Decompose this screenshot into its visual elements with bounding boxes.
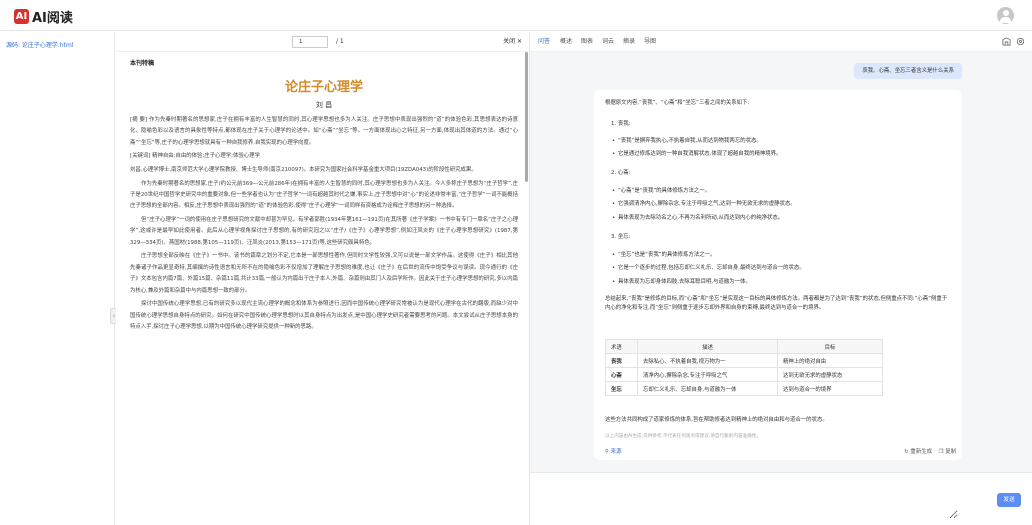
- body-paragraph: 但“庄子心理学”一词的使用在庄子思想研究的文献中却甚为罕见。有学者郭胜(1934…: [130, 217, 518, 246]
- answer-point: 它是一个逐步的过程,包括忘却仁义礼乐、忘却自身,最终达到与道合一的状态。: [612, 264, 948, 273]
- table-cell: 坐忘: [605, 381, 638, 396]
- table-cell: 达到无欲无求的虚静状态: [777, 367, 883, 382]
- table-cell: 达到与道合一的境界: [777, 381, 883, 396]
- tab-chart[interactable]: 图表: [581, 37, 593, 47]
- close-document-button[interactable]: 关闭 ✕: [503, 36, 522, 48]
- top-bar: AI AI阅读: [0, 0, 1032, 31]
- chat-input[interactable]: [538, 479, 958, 519]
- chat-tab-bar: 问答 概述 图表 词云 摘录 导图: [530, 32, 1032, 52]
- answer-point: “坐忘”也是“丧我”的具体修炼方法之一。: [612, 251, 948, 260]
- answer-point: “丧我”是摒弃我执心,不执着自我,从而达到物我两忘的状态。: [612, 137, 948, 146]
- table-cell: 清净内心,摒除杂念,专注于呼吸之气: [637, 367, 778, 382]
- document-title: 论庄子心理学: [284, 80, 363, 95]
- document-scrollbar[interactable]: [525, 52, 528, 182]
- location-pin-icon: ⚲: [605, 449, 609, 455]
- answer-point: 具体表现为去除功名之心,不再为名利所动,从而达到内心的纯净状态。: [612, 214, 948, 223]
- table-cell: 忘却仁义礼乐、忘却自身,与道融为一体: [637, 381, 778, 396]
- page-total: / 1: [336, 38, 344, 45]
- ai-logo-icon: AI: [14, 9, 29, 24]
- tab-excerpt[interactable]: 摘录: [623, 37, 635, 47]
- bookshelf-icon[interactable]: [1002, 37, 1011, 46]
- file-entry[interactable]: 源码: 论庄子心理学.html: [6, 40, 74, 49]
- answer-point: 具体表现为忘却身体四肢,去除耳聪目明,与道融为一体。: [612, 278, 948, 287]
- app-name: AI阅读: [32, 11, 73, 26]
- copy-icon: ❐: [938, 449, 944, 455]
- body-paragraph: 作为先秦时期著名的思想家,庄子(约公元前369—公元前286年)在拥有丰富的人生…: [130, 180, 518, 210]
- ai-answer-card: 根据原文内容,“丧我”、“心斋”和“坐忘”三者之间的关系如下: 1. 丧我: “…: [594, 90, 962, 460]
- refresh-icon: ↻: [904, 449, 909, 455]
- table-cell: 心斋: [605, 367, 638, 382]
- table-cell: 丧我: [605, 353, 638, 368]
- body-paragraph: 探讨中国传统心理学思想,已有的研究多以现代主流心理学的概念和体系为参照进行,因而…: [130, 301, 518, 331]
- source-link[interactable]: ⚲ 来源: [605, 447, 621, 455]
- answer-summary: 总结起来,“丧我”是修炼的目标,而“心斋”和“坐忘”是实现这一目标的具体修炼方法…: [605, 296, 948, 311]
- file-sidebar: 源码: 论庄子心理学.html ‹: [0, 32, 118, 525]
- abstract-paragraph: [摘 要] 作为先秦时期著名的思想家,庄子在拥有丰富的人生智慧的同时,其心理学思…: [130, 117, 518, 146]
- table-cell: 去除私心、不执着自我,视万物为一: [637, 353, 778, 368]
- journal-tag: 本刊特稿: [130, 60, 155, 67]
- settings-icon[interactable]: [1016, 37, 1025, 46]
- user-question-bubble: 哀我、心斋、坐忘三者含义是什么关系: [854, 63, 962, 79]
- keywords-paragraph: [关键词] 精神自由;自由的体验;庄子心理学;体验心理学: [130, 153, 260, 160]
- regenerate-button[interactable]: ↻ 重新生成: [904, 447, 932, 455]
- tab-mindmap[interactable]: 导图: [644, 37, 656, 47]
- answer-heading: 3. 坐忘:: [611, 234, 631, 240]
- table-header-row: 术语 描述 目标: [605, 339, 883, 354]
- document-viewer: / 1 关闭 ✕ 本刊特稿 论庄子心理学 刘 昌 [摘 要] 作为先秦时期著名的…: [116, 32, 528, 525]
- tab-qa[interactable]: 问答: [538, 37, 550, 47]
- table-row: 心斋 清净内心,摒除杂念,专注于呼吸之气 达到无欲无求的虚静状态: [605, 367, 883, 382]
- column-header: 目标: [777, 339, 883, 354]
- answer-heading: 1. 丧我:: [611, 121, 631, 127]
- column-header: 术语: [605, 339, 638, 354]
- chat-input-area: 发送: [530, 472, 1032, 525]
- copy-button[interactable]: ❐ 复制: [939, 447, 956, 455]
- answer-heading: 2. 心斋:: [611, 170, 631, 176]
- app-logo[interactable]: AI AI阅读: [14, 7, 73, 26]
- table-row: 坐忘 忘却仁义礼乐、忘却自身,与道融为一体 达到与道合一的境界: [605, 381, 883, 396]
- body-paragraph: 庄子思想全部反映在《庄子》一书中。该书的篇章之划分不定,它本是一部思想性著作,但…: [130, 253, 518, 294]
- answer-conclusion: 这些方法共同构成了道家修炼的体系,旨在帮助修者达到精神上的绝对自由和与道合一的状…: [605, 417, 828, 423]
- tab-summary[interactable]: 概述: [560, 37, 572, 47]
- user-avatar-icon[interactable]: [997, 7, 1014, 24]
- answer-intro: 根据原文内容,“丧我”、“心斋”和“坐忘”三者之间的关系如下:: [605, 100, 750, 106]
- source-label: 来源: [610, 449, 622, 455]
- answer-point: “心斋”是“丧我”的具体修炼方法之一。: [612, 187, 948, 196]
- ai-disclaimer: 以上内容由AI生成,仅供参考,不代表任何观点或建议,请自行甄别内容准确性。: [605, 434, 761, 439]
- document-toolbar: / 1 关闭 ✕: [116, 32, 528, 52]
- page-number-input[interactable]: [292, 36, 328, 48]
- column-header: 描述: [637, 339, 778, 354]
- document-body: 本刊特稿 论庄子心理学 刘 昌 [摘 要] 作为先秦时期著名的思想家,庄子在拥有…: [130, 58, 518, 336]
- answer-point: 它强调清净内心,摒除杂念,专注于呼吸之气,达到一种无欲无求的虚静状态。: [612, 200, 948, 209]
- answer-point: 它是通过修炼达到的一种自我消解状态,体现了超越自我的精神境界。: [612, 150, 948, 159]
- regenerate-label: 重新生成: [910, 449, 932, 455]
- send-button[interactable]: 发送: [997, 493, 1021, 507]
- copy-label: 复制: [945, 449, 956, 455]
- ai-chat-panel: 问答 概述 图表 词云 摘录 导图 哀我、心斋、坐忘三者含义是什么关系 根据原文…: [529, 32, 1032, 525]
- comparison-table: 术语 描述 目标 丧我 去除私心、不执着自我,视万物为一 精神上的绝对自由 心斋…: [605, 339, 883, 396]
- document-author: 刘 昌: [315, 101, 333, 109]
- table-cell: 精神上的绝对自由: [777, 353, 883, 368]
- tab-wordcloud[interactable]: 词云: [602, 37, 614, 47]
- table-row: 丧我 去除私心、不执着自我,视万物为一 精神上的绝对自由: [605, 353, 883, 368]
- author-note-paragraph: 刘昌,心理学博士,南京师范大学心理学院教授、博士生导师(南京210097)。本研…: [130, 167, 477, 173]
